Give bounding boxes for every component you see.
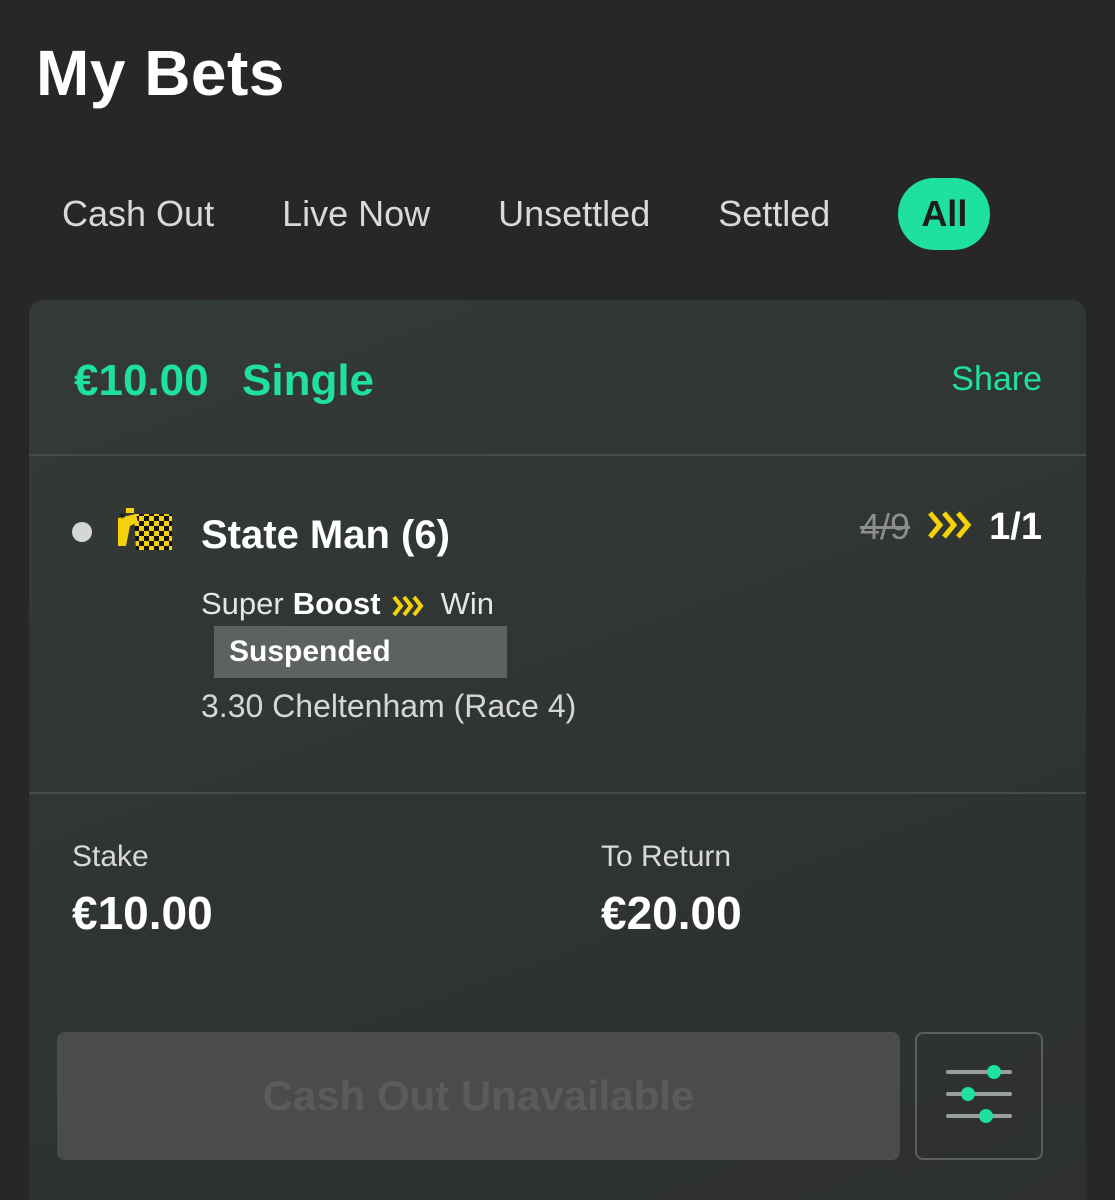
stake-label: Stake [72,840,149,873]
runner-name: State Man (6) [201,513,450,557]
tab-settled[interactable]: Settled [718,193,830,235]
cash-out-button[interactable]: Cash Out Unavailable [57,1032,900,1160]
to-return-label: To Return [601,840,732,873]
boosted-odds: 1/1 [989,506,1042,548]
bet-amount: €10.00 [74,356,209,405]
market-prefix: Super [201,586,284,621]
boost-chevrons-icon [391,591,427,617]
stake-value: €10.00 [72,887,213,939]
svg-text:*: * [119,511,126,525]
my-bets-page: My Bets Cash Out Live Now Unsettled Sett… [0,0,1115,1200]
jockey-silks-icon: * [114,506,174,554]
tab-live-now[interactable]: Live Now [282,193,430,235]
tab-cash-out[interactable]: Cash Out [62,193,214,235]
bet-filter-tabs: Cash Out Live Now Unsettled Settled All [62,176,991,252]
to-return-value: €20.00 [601,887,742,939]
event-name: 3.30 Cheltenham (Race 4) [201,688,577,724]
boost-chevrons-icon [926,508,976,542]
cash-out-settings-button[interactable] [915,1032,1043,1160]
selection-status-dot [72,522,92,542]
status-badge: Suspended [214,626,507,678]
page-title: My Bets [36,37,285,109]
sliders-icon [946,1064,1012,1129]
bet-card-header: €10.00 Single Share [29,300,1086,456]
bet-selection: * State Man (6) 4/9 1/1 Super Boost Win … [29,458,1086,794]
bet-type: Single [242,356,375,405]
share-button[interactable]: Share [951,360,1042,399]
original-odds: 4/9 [859,506,910,547]
market-type: Win [440,586,494,621]
tab-unsettled[interactable]: Unsettled [498,193,650,235]
market-boost-label: Boost [292,586,381,621]
market-line: Super Boost Win [201,586,494,622]
tab-all[interactable]: All [898,178,991,250]
bet-card: €10.00 Single Share * State Man (6) 4/9 … [29,300,1086,1200]
